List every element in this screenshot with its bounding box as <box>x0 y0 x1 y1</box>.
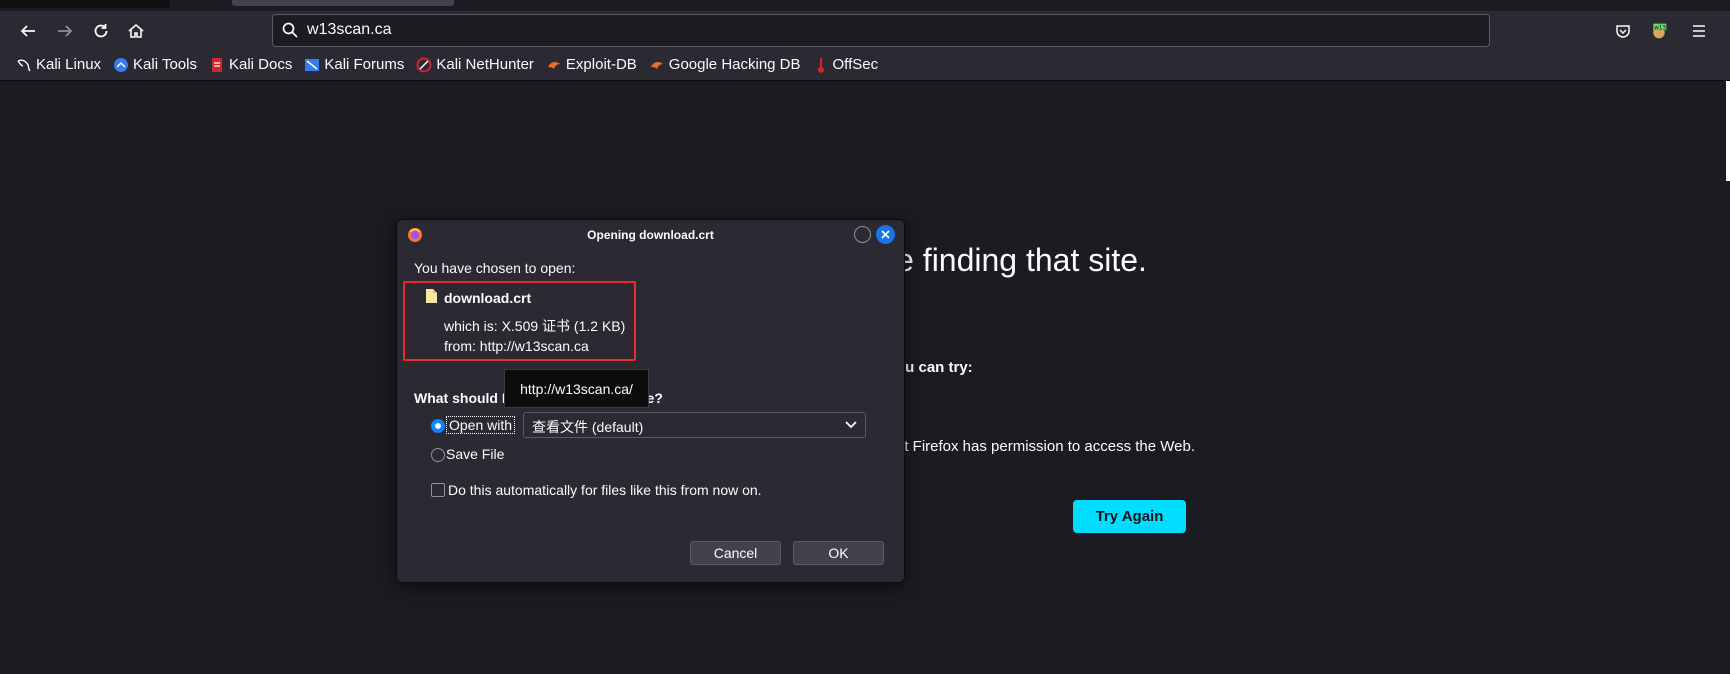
window-edge <box>1726 81 1730 181</box>
error-title-fragment: le finding that site. <box>889 242 1147 278</box>
home-icon <box>128 23 144 38</box>
file-type: which is: X.509 证书 (1.2 KB) <box>444 318 626 334</box>
download-dialog: Opening download.crt You have chosen to … <box>396 219 905 583</box>
try-again-button[interactable]: Try Again <box>1073 500 1186 533</box>
file-name: download.crt <box>444 290 532 306</box>
close-button[interactable] <box>876 225 895 244</box>
forward-arrow-icon <box>58 25 73 37</box>
kali-dragon-icon <box>17 59 31 71</box>
open-with-value: 查看文件 (default) <box>532 419 644 435</box>
bookmark-kali-nethunter[interactable]: Kali NetHunter <box>416 56 534 73</box>
error-permission-fragment: at Firefox has permission to access the … <box>896 438 1196 455</box>
bookmark-label: Kali Tools <box>133 56 197 73</box>
kali-forums-icon <box>305 58 320 71</box>
reload-icon <box>94 24 108 38</box>
file-source: from: http://w13scan.ca <box>444 338 589 354</box>
close-icon <box>881 230 890 239</box>
kali-nethunter-icon <box>416 57 432 72</box>
ghdb-icon <box>650 61 663 69</box>
url-bar[interactable]: w13scan.ca <box>272 14 1490 47</box>
ok-button[interactable]: OK <box>793 541 884 565</box>
extension-button[interactable]: w13 <box>1645 17 1673 45</box>
bookmark-kali-tools[interactable]: Kali Tools <box>113 56 197 73</box>
back-button[interactable] <box>14 17 42 45</box>
dialog-title: Opening download.crt <box>587 228 714 242</box>
pocket-icon <box>1616 25 1630 38</box>
bookmark-kali-docs[interactable]: Kali Docs <box>209 56 292 73</box>
chevron-down-icon <box>845 421 857 429</box>
nav-bar: w13scan.ca w13 <box>0 11 1730 49</box>
forward-button[interactable] <box>51 17 79 45</box>
minimize-button[interactable] <box>854 226 871 243</box>
bookmark-kali-forums[interactable]: Kali Forums <box>304 56 404 73</box>
dialog-titlebar: Opening download.crt <box>397 220 904 250</box>
hamburger-menu-icon <box>1693 25 1705 37</box>
auto-checkbox[interactable] <box>431 483 445 497</box>
file-icon <box>426 289 437 303</box>
save-file-label[interactable]: Save File <box>446 446 504 462</box>
save-file-radio[interactable] <box>431 448 445 462</box>
home-button[interactable] <box>122 17 150 45</box>
reload-button[interactable] <box>87 17 115 45</box>
bookmark-label: Google Hacking DB <box>668 56 801 73</box>
bookmark-label: Kali Forums <box>324 56 405 73</box>
bookmarks-toolbar: Kali Linux Kali Tools Kali Docs Kali For… <box>0 49 1730 81</box>
error-try-fragment: ou can try: <box>896 359 973 376</box>
tab-strip-left <box>0 0 170 8</box>
exploit-db-icon <box>547 61 560 69</box>
open-with-radio[interactable] <box>431 419 445 433</box>
bookmark-kali-linux[interactable]: Kali Linux <box>16 56 101 73</box>
bookmark-google-hacking-db[interactable]: Google Hacking DB <box>649 56 801 73</box>
auto-checkbox-label[interactable]: Do this automatically for files like thi… <box>448 482 762 498</box>
kali-docs-icon <box>211 57 222 72</box>
url-text: w13scan.ca <box>307 21 392 38</box>
bookmark-offsec[interactable]: OffSec <box>813 56 879 73</box>
bookmark-label: Kali Docs <box>228 56 293 73</box>
bookmark-label: OffSec <box>832 56 879 73</box>
active-tab[interactable] <box>232 0 454 6</box>
chosen-to-open-label: You have chosen to open: <box>414 260 576 276</box>
offsec-icon <box>817 57 824 73</box>
svg-text:w13: w13 <box>1654 25 1666 31</box>
tab-strip <box>0 0 1730 11</box>
url-tooltip: http://w13scan.ca/ <box>504 369 649 408</box>
back-arrow-icon <box>20 25 35 37</box>
extension-w13-icon: w13 <box>1653 23 1666 39</box>
menu-button[interactable] <box>1685 17 1713 45</box>
open-with-label[interactable]: Open with <box>446 416 516 434</box>
cancel-button[interactable]: Cancel <box>690 541 781 565</box>
pocket-button[interactable] <box>1609 17 1637 45</box>
kali-tools-icon <box>114 57 129 72</box>
bookmark-label: Kali Linux <box>36 56 102 73</box>
bookmark-label: Kali NetHunter <box>436 56 534 73</box>
bookmark-label: Exploit-DB <box>565 56 637 73</box>
open-with-select[interactable]: 查看文件 (default) <box>523 412 866 438</box>
search-icon <box>282 22 298 38</box>
bookmark-exploit-db[interactable]: Exploit-DB <box>546 56 637 73</box>
